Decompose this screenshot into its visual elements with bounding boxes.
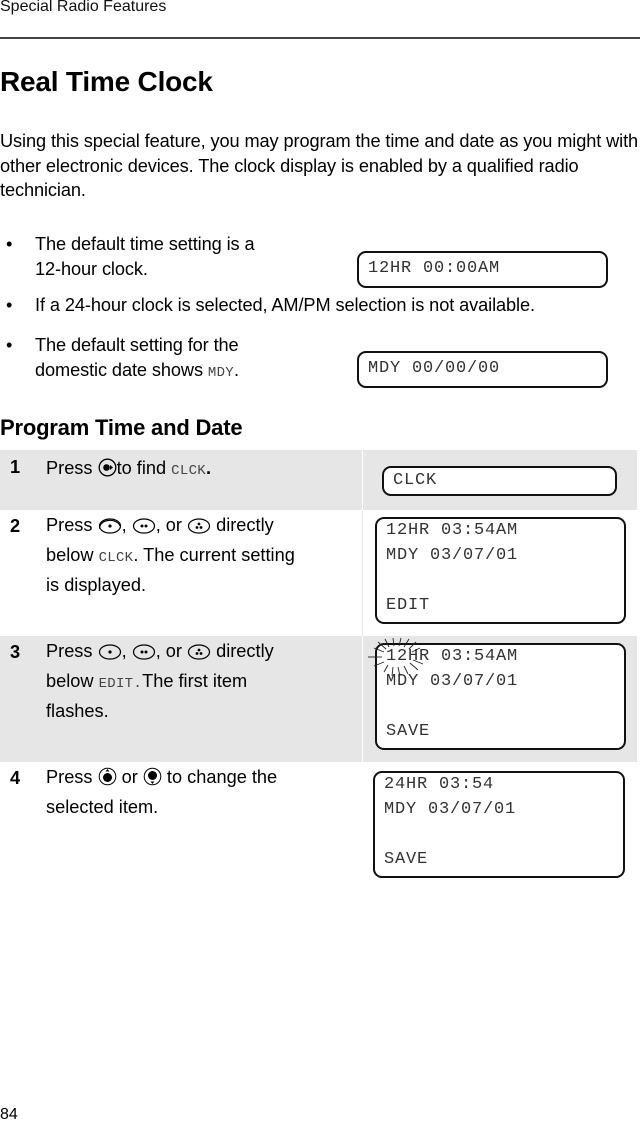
lcd-display: 12HR 00:00AM	[357, 251, 608, 288]
text-fragment: .	[234, 360, 239, 380]
running-head: Special Radio Features	[0, 0, 167, 15]
text-fragment: directly	[216, 515, 274, 535]
text-fragment: below	[46, 671, 99, 691]
lcd-inline-word: CLCK	[98, 550, 134, 566]
text-fragment: The first item	[142, 671, 248, 691]
instruction-line: is displayed.	[46, 575, 147, 595]
flashing-indicator-icon	[368, 637, 424, 677]
lcd-line: MDY 00/00/00	[368, 359, 501, 378]
lcd-line: 12HR 03:54AM	[386, 521, 519, 540]
step-instruction: Press or to change the selected item.	[46, 764, 346, 821]
scroll-up-icon	[98, 767, 117, 794]
text-fragment: directly	[216, 641, 274, 661]
soft-key-2-icon	[132, 641, 156, 668]
instruction-line: Press , , or directly	[46, 638, 346, 668]
soft-key-2-icon	[132, 515, 156, 542]
instruction-line: selected item.	[46, 797, 159, 817]
lcd-line: MDY 03/07/01	[384, 800, 517, 819]
instruction-line: Press , , or directly	[46, 512, 346, 542]
step-number: 3	[10, 642, 21, 662]
text-fragment: . The current setting	[133, 545, 295, 565]
lcd-line: 12HR 00:00AM	[368, 259, 501, 278]
lcd-inline-word: MDY	[207, 365, 234, 381]
text-fragment: Press	[46, 515, 93, 535]
lcd-line: CLCK	[393, 471, 438, 490]
section-title: Program Time and Date	[0, 415, 243, 440]
bullet-dot: •	[6, 234, 13, 254]
page-number: 84	[0, 1106, 18, 1123]
text-fragment: or	[121, 767, 138, 787]
text-fragment: .	[205, 458, 212, 478]
column-divider	[362, 450, 363, 510]
column-divider	[362, 636, 363, 762]
instruction-line: flashes.	[46, 701, 109, 721]
text-fragment: to find	[116, 458, 167, 478]
header-divider	[0, 37, 640, 39]
lcd-line: SAVE	[384, 850, 429, 869]
text-fragment: , or	[155, 515, 182, 535]
text-fragment: Press	[46, 767, 93, 787]
text-fragment: , or	[155, 641, 182, 661]
bullet-dot: •	[6, 335, 13, 355]
text-fragment: Press	[46, 641, 93, 661]
step-number: 4	[10, 768, 21, 788]
lcd-line: EDIT	[386, 596, 431, 615]
lcd-display: 24HR 03:54 MDY 03/07/01 SAVE	[373, 771, 625, 878]
step-instruction: Press , , or directly below CLCK. The cu…	[46, 512, 346, 599]
step-number: 2	[10, 516, 21, 536]
text-fragment: below	[46, 545, 99, 565]
soft-key-1-icon	[98, 515, 122, 542]
text-fragment: to change the	[166, 767, 278, 787]
step-instruction: Press , , or directly below EDIT.The fir…	[46, 638, 346, 725]
instruction-line: below EDIT.The first item	[46, 668, 346, 698]
lcd-inline-word: CLCK	[171, 463, 206, 479]
bullet-text-line: 12-hour clock.	[35, 259, 148, 279]
lcd-inline-word: EDIT.	[98, 676, 143, 692]
lcd-line: 24HR 03:54	[384, 775, 495, 794]
text-fragment: ,	[121, 515, 127, 535]
bullet-text-line: The default setting for the	[35, 335, 239, 355]
lcd-display: 12HR 03:54AM MDY 03/07/01 EDIT	[375, 517, 626, 624]
bullet-text-line: domestic date shows MDY.	[35, 358, 239, 386]
instruction-line: below CLCK. The current setting	[46, 542, 346, 572]
scroll-down-icon	[143, 767, 162, 794]
text-fragment: Press	[46, 458, 93, 478]
bullet-text-line: The default time setting is a	[35, 234, 255, 254]
step-number: 1	[10, 457, 21, 477]
column-divider	[362, 510, 363, 636]
bullet-dot: •	[6, 295, 13, 315]
soft-key-3-icon	[187, 515, 211, 542]
intro-paragraph: Using this special feature, you may prog…	[0, 131, 639, 200]
soft-key-3-icon	[187, 641, 211, 668]
lcd-line: MDY 03/07/01	[386, 546, 519, 565]
text-fragment: domestic date shows	[35, 360, 208, 380]
instruction-line: Press or to change the	[46, 764, 346, 794]
lcd-display: MDY 00/00/00	[357, 351, 608, 388]
soft-key-1-icon	[98, 641, 122, 668]
lcd-display: CLCK	[382, 466, 617, 496]
lcd-line: SAVE	[386, 722, 431, 741]
page-title: Real Time Clock	[0, 66, 213, 97]
step-instruction: Press to find CLCK.	[46, 455, 346, 485]
text-fragment: ,	[121, 641, 127, 661]
menu-navigation-button-icon	[98, 458, 117, 485]
bullet-text-line: If a 24-hour clock is selected, AM/PM se…	[35, 295, 535, 315]
